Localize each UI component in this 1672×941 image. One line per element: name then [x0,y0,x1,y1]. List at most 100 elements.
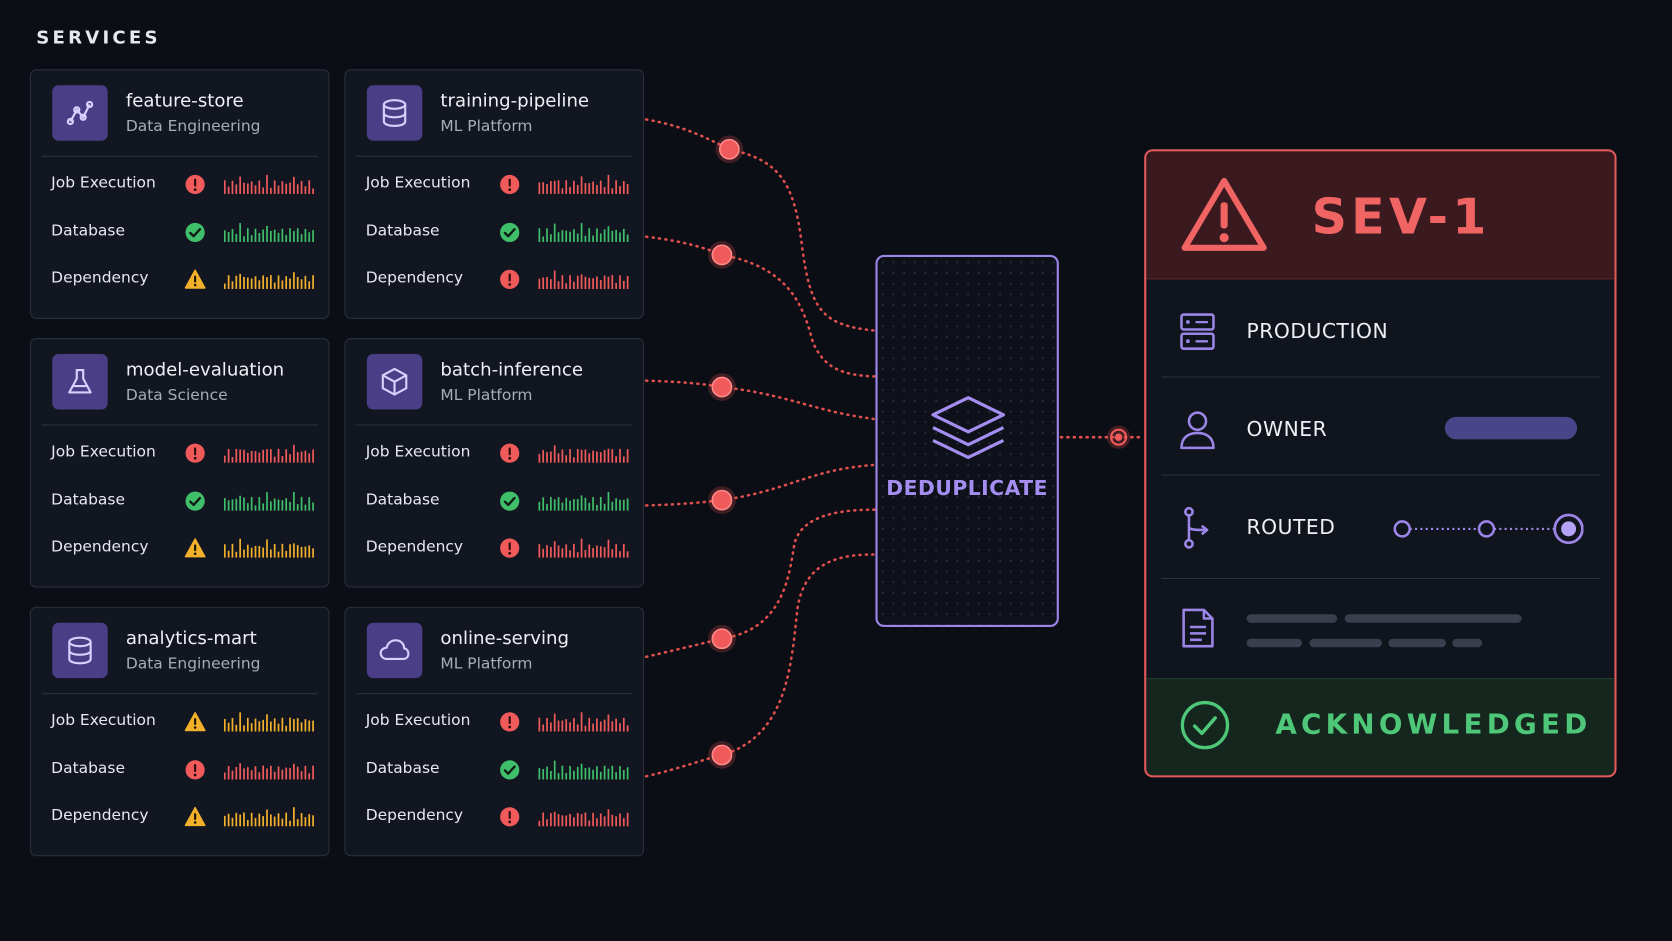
document-icon [1182,608,1214,648]
incident-flow-diagram: SERVICES feature-store Data Engineering Jo… [0,0,1672,941]
service-team: Data Science [125,387,228,405]
service-card-batch-inference[interactable]: batch-inference ML Platform Job Execution D… [344,338,645,588]
error-icon [184,443,205,464]
connector-analytics-mart [644,508,876,659]
check-row[interactable]: Dependency [345,267,643,293]
server-icon [1180,313,1215,350]
service-team: ML Platform [440,118,533,136]
route-step-2 [1477,520,1496,538]
sparkline [223,489,316,511]
error-icon [499,443,520,464]
routing-label: ROUTED [1246,516,1336,540]
incident-header: SEV-1 [1146,151,1615,280]
card-divider [41,693,318,695]
owner-row: OWNER [1161,379,1601,476]
check-row[interactable]: Job Execution [345,172,643,198]
service-team: ML Platform [440,387,533,405]
connector-feature-store [644,118,876,332]
service-card-analytics-mart[interactable]: analytics-mart Data Engineering Job Execut… [29,606,330,857]
check-label: Database [365,222,440,240]
acknowledged-label: ACKNOWLEDGED [1275,709,1592,742]
owner-label: OWNER [1246,418,1328,442]
error-icon [499,269,520,290]
connector-online-serving [644,553,876,778]
check-label: Dependency [365,538,464,556]
sparkline [223,441,316,463]
check-row[interactable]: Job Execution [345,709,643,735]
sparkline [538,710,630,732]
error-icon [499,711,520,732]
check-icon [499,221,520,242]
deduplicate-node[interactable]: DEDUPLICATE [875,254,1059,628]
flask-icon [52,354,108,410]
card-divider [356,155,633,157]
service-card-training-pipeline[interactable]: training-pipeline ML Platform Job Executio… [344,69,645,319]
error-icon [184,174,205,195]
cube-icon [366,354,423,410]
sparkline [538,489,630,511]
sparkline [223,220,316,242]
sparkline [538,173,630,195]
check-row[interactable]: Dependency [31,267,329,293]
check-label: Database [365,491,440,509]
service-card-online-serving[interactable]: online-serving ML Platform Job Execution Da… [344,606,645,857]
service-card-model-evaluation[interactable]: model-evaluation Data Science Job Executio… [29,338,330,588]
service-name: analytics-mart [125,628,257,650]
route-step-1 [1393,520,1411,538]
node-feature-store [715,135,744,164]
warning-icon [184,711,206,732]
check-row[interactable]: Dependency [345,535,643,561]
check-row[interactable]: Database [345,219,643,245]
warning-icon [184,806,206,827]
warning-triangle-icon [1181,177,1267,251]
error-icon [499,806,520,827]
sparkline [538,536,630,558]
check-label: Dependency [51,807,149,825]
card-divider [356,424,633,426]
check-label: Job Execution [51,174,156,192]
section-title: SERVICES [36,27,161,50]
check-label: Job Execution [365,712,471,730]
warning-icon [184,269,206,290]
check-row[interactable]: Job Execution [31,172,329,198]
check-icon [184,221,205,242]
check-row[interactable]: Database [31,488,329,514]
layers-icon [931,396,1006,460]
check-row[interactable]: Database [31,757,329,783]
acknowledged-status[interactable]: ACKNOWLEDGED [1146,678,1615,776]
severity-title: SEV-1 [1311,187,1491,246]
node-online-serving [708,741,736,769]
incident-panel[interactable]: SEV-1 PRODUCTION OWNER ROUTED ACKNOWLEDG… [1144,149,1617,778]
check-row[interactable]: Job Execution [31,709,329,735]
node-incident [1106,425,1131,449]
sparkline [538,758,630,779]
check-row[interactable]: Database [345,488,643,514]
check-row[interactable]: Job Execution [345,440,643,466]
check-row[interactable]: Database [345,757,643,783]
check-label: Job Execution [365,174,471,192]
service-card-feature-store[interactable]: feature-store Data Engineering Job Executi… [29,69,330,319]
check-row[interactable]: Database [31,219,329,245]
check-row[interactable]: Dependency [31,535,329,561]
check-label: Database [51,491,125,509]
connector-model-evaluation [644,379,876,421]
check-label: Dependency [51,538,149,556]
check-row[interactable]: Dependency [345,804,643,830]
check-row[interactable]: Job Execution [31,440,329,466]
sparkline [223,268,316,289]
sparkline [223,173,316,195]
branch-icon [1184,506,1209,549]
sparkline [538,441,630,463]
check-label: Dependency [365,807,464,825]
connector-batch-inference [644,463,876,507]
environment-label: PRODUCTION [1246,319,1389,344]
error-icon [184,759,205,780]
check-circle-icon [1180,700,1230,750]
check-row[interactable]: Dependency [31,804,329,830]
check-label: Job Execution [51,443,156,461]
sparkline [223,758,316,779]
check-label: Database [51,222,125,240]
sparkline [538,220,630,242]
owner-value-placeholder [1444,416,1578,440]
user-icon [1180,411,1215,450]
